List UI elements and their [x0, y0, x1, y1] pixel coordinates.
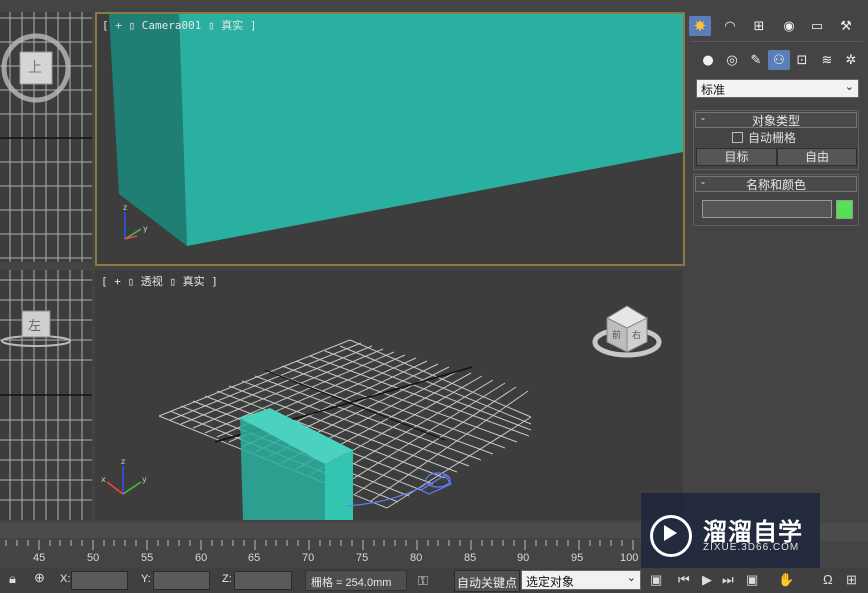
- tick-label: 45: [33, 552, 46, 564]
- tick-label: 95: [571, 552, 584, 564]
- hierarchy-tab-icon[interactable]: ⊞: [748, 16, 770, 36]
- play-icon[interactable]: ▶: [702, 572, 712, 588]
- watermark-logo-icon: [650, 515, 692, 557]
- tick-label: 65: [248, 552, 261, 564]
- lights-icon[interactable]: ✎: [745, 50, 767, 70]
- free-camera-button[interactable]: 自由: [777, 148, 857, 166]
- chevron-down-icon: ⌄: [626, 572, 636, 584]
- svg-text:z: z: [121, 457, 125, 466]
- key-icon[interactable]: ⚿: [418, 573, 428, 589]
- svg-text:y: y: [143, 224, 148, 233]
- viewcube-front-label: 前: [612, 330, 622, 340]
- top-left-viewport[interactable]: 上: [0, 12, 92, 262]
- svg-text:x: x: [101, 475, 106, 484]
- key-filter-icon[interactable]: ▣: [650, 572, 662, 588]
- tick-label: 55: [141, 552, 154, 564]
- y-coordinate-input[interactable]: [153, 571, 210, 590]
- x-label: X:: [60, 573, 71, 585]
- absolute-mode-icon[interactable]: ⊕: [34, 570, 50, 586]
- tick-label: 70: [302, 552, 315, 564]
- chevron-down-icon: ⌄: [844, 81, 854, 93]
- motion-tab-icon[interactable]: ◉: [778, 16, 800, 36]
- grid-size-readout: 栅格 = 254.0mm: [305, 570, 407, 591]
- tick-label: 75: [356, 552, 369, 564]
- auto-key-button[interactable]: 自动关键点: [454, 570, 520, 592]
- auto-key-label: 自动关键点: [457, 576, 518, 590]
- create-tab-icon[interactable]: ✸: [689, 16, 711, 36]
- utilities-tab-icon[interactable]: ⚒: [835, 16, 857, 36]
- display-tab-icon[interactable]: ▭: [806, 16, 828, 36]
- left-viewcube-label: 左: [28, 319, 42, 334]
- lock-icon[interactable]: 🔒︎: [9, 571, 16, 587]
- y-label: Y:: [141, 573, 151, 585]
- tick-label: 100: [620, 552, 639, 564]
- name-color-rollout: - 名称和颜色: [693, 174, 859, 226]
- z-coordinate-input[interactable]: [234, 571, 292, 590]
- key-mode-icon[interactable]: ✋: [778, 572, 794, 588]
- top-viewport-grid: [0, 12, 92, 262]
- object-color-swatch[interactable]: [836, 200, 853, 219]
- tick-label: 50: [87, 552, 100, 564]
- helpers-icon[interactable]: ⊡: [791, 50, 813, 70]
- autogrid-checkbox[interactable]: [732, 132, 743, 143]
- category-dropdown[interactable]: 标准 ⌄: [696, 79, 859, 98]
- selection-set-value: 选定对象: [526, 575, 575, 589]
- tab-divider: [691, 41, 863, 42]
- watermark-url: ZIXUE.3D66.COM: [703, 542, 800, 553]
- tick-label: 90: [517, 552, 530, 564]
- camera-viewport-label[interactable]: [ + ▯ Camera001 ▯ 真实 ]: [102, 17, 256, 33]
- tick-label: 85: [464, 552, 477, 564]
- svg-text:z: z: [123, 203, 127, 212]
- camera-viewport[interactable]: z y [ + ▯ Camera001 ▯ 真实 ]: [95, 12, 685, 266]
- maximize-viewport-icon[interactable]: ⊞: [846, 572, 857, 588]
- geometry-icon[interactable]: ●: [697, 50, 719, 70]
- modify-tab-icon[interactable]: ◠: [719, 16, 741, 36]
- x-coordinate-input[interactable]: [71, 571, 128, 590]
- grid-size-text: 栅格 = 254.0mm: [311, 577, 392, 589]
- object-type-title: 对象类型: [751, 114, 800, 128]
- autogrid-label: 自动栅格: [748, 131, 797, 145]
- watermark: 溜溜自学 ZIXUE.3D66.COM: [641, 493, 820, 568]
- perspective-axis-tripod: z y x: [101, 457, 147, 495]
- object-type-rollout: - 对象类型 自动栅格 目标 自由: [693, 110, 859, 170]
- command-panel: ✸ ◠ ⊞ ◉ ▭ ⚒ ● ◎ ✎ ⚇ ⊡ ≋ ✲ 标准 ⌄ - 对象类型 自动…: [687, 12, 868, 520]
- object-name-input[interactable]: [702, 200, 832, 218]
- left-viewport[interactable]: 左: [0, 270, 92, 520]
- next-frame-icon[interactable]: ⏭: [722, 572, 734, 588]
- cameras-icon[interactable]: ⚇: [768, 50, 790, 70]
- name-color-header[interactable]: - 名称和颜色: [695, 175, 857, 192]
- box-side-face: [109, 14, 187, 246]
- viewcube-right-label: 右: [632, 330, 642, 340]
- target-camera-button[interactable]: 目标: [696, 148, 777, 166]
- name-color-title: 名称和颜色: [745, 178, 806, 192]
- perspective-viewport[interactable]: z y x [ + ▯ 透视 ▯ 真实 ] 前 右: [95, 270, 683, 520]
- teal-slab: [240, 408, 353, 520]
- left-viewport-grid: [0, 270, 92, 520]
- category-dropdown-value: 标准: [701, 83, 726, 97]
- prev-frame-icon[interactable]: ⏮: [678, 572, 690, 588]
- camera-scene: z y: [109, 14, 683, 246]
- perspective-scene: z y x: [101, 305, 662, 520]
- z-label: Z:: [222, 573, 232, 585]
- box-front-face: [179, 14, 683, 246]
- systems-icon[interactable]: ✲: [840, 50, 862, 70]
- trackbar-ticks: [5, 540, 634, 550]
- selection-set-dropdown[interactable]: 选定对象 ⌄: [521, 570, 641, 590]
- perspective-viewcube: [592, 305, 662, 358]
- shapes-icon[interactable]: ◎: [721, 50, 743, 70]
- tick-label: 60: [195, 552, 208, 564]
- top-viewcube-label: 上: [28, 60, 42, 76]
- goto-end-icon[interactable]: ▣: [746, 572, 758, 588]
- perspective-viewport-label[interactable]: [ + ▯ 透视 ▯ 真实 ]: [101, 273, 218, 289]
- object-type-header[interactable]: - 对象类型: [695, 111, 857, 128]
- status-bar: 🔒︎ ⊕ X: Y: Z: 栅格 = 254.0mm ⚿ 自动关键点 选定对象 …: [0, 568, 868, 593]
- tick-label: 80: [410, 552, 423, 564]
- spacewarps-icon[interactable]: ≋: [816, 50, 838, 70]
- orbit-icon[interactable]: Ω: [823, 572, 833, 587]
- svg-text:y: y: [142, 475, 147, 484]
